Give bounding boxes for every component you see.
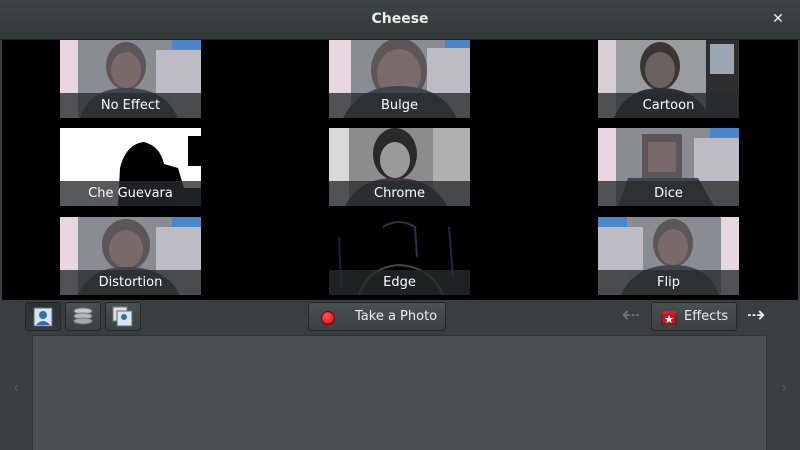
- effect-label: Dice: [598, 181, 739, 206]
- video-mode-icon: [112, 306, 133, 327]
- effect-label: Che Guevara: [60, 181, 201, 206]
- photo-mode-icon: [33, 307, 53, 327]
- chevron-right-icon: ›: [781, 380, 787, 396]
- effect-label: Cartoon: [598, 93, 739, 118]
- effect-tile-bulge[interactable]: Bulge: [329, 40, 470, 118]
- thumbnail-strip: [32, 335, 767, 450]
- effect-label: No Effect: [60, 93, 201, 118]
- effects-button[interactable]: Effects: [651, 302, 737, 331]
- previous-effects-button[interactable]: ⇠: [617, 304, 645, 328]
- effect-tile-flip[interactable]: Flip: [598, 217, 739, 295]
- effect-label: Chrome: [329, 181, 470, 206]
- burst-mode-icon: [73, 307, 93, 325]
- effect-label: Distortion: [60, 270, 201, 295]
- arrow-right-icon: ⇢: [746, 303, 766, 328]
- effect-tile-edge[interactable]: Edge: [329, 217, 470, 295]
- arrow-left-icon: ⇠: [621, 303, 641, 328]
- effect-tile-che-guevara[interactable]: Che Guevara: [60, 128, 201, 206]
- take-photo-button[interactable]: Take a Photo: [308, 302, 446, 331]
- thumbnails-scroll-right[interactable]: ›: [777, 380, 791, 400]
- effect-label: Edge: [329, 270, 470, 295]
- title-bar: Cheese ✕: [0, 0, 800, 40]
- photo-mode-button[interactable]: [25, 302, 61, 331]
- close-button[interactable]: ✕: [768, 8, 788, 30]
- effect-label: Bulge: [329, 93, 470, 118]
- effect-tile-cartoon[interactable]: Cartoon: [598, 40, 739, 118]
- effects-icon: [661, 311, 677, 325]
- take-photo-label: Take a Photo: [355, 309, 438, 324]
- effects-grid: No Effect Bulge Cartoon Che Guevara Chro…: [2, 40, 798, 300]
- effect-tile-distortion[interactable]: Distortion: [60, 217, 201, 295]
- burst-mode-button[interactable]: [65, 302, 101, 331]
- effect-label: Flip: [598, 270, 739, 295]
- effect-tile-chrome[interactable]: Chrome: [329, 128, 470, 206]
- record-icon: [321, 311, 335, 325]
- video-mode-button[interactable]: [105, 302, 141, 331]
- thumbnails-scroll-left[interactable]: ‹: [9, 380, 23, 400]
- chevron-left-icon: ‹: [13, 380, 19, 396]
- close-icon: ✕: [772, 11, 784, 27]
- bottom-toolbar: Take a Photo ⇠ Effects ⇢: [0, 300, 800, 334]
- window-title: Cheese: [371, 11, 429, 27]
- effects-label: Effects: [684, 309, 729, 324]
- effect-tile-no-effect[interactable]: No Effect: [60, 40, 201, 118]
- next-effects-button[interactable]: ⇢: [742, 304, 770, 328]
- effect-tile-dice[interactable]: Dice: [598, 128, 739, 206]
